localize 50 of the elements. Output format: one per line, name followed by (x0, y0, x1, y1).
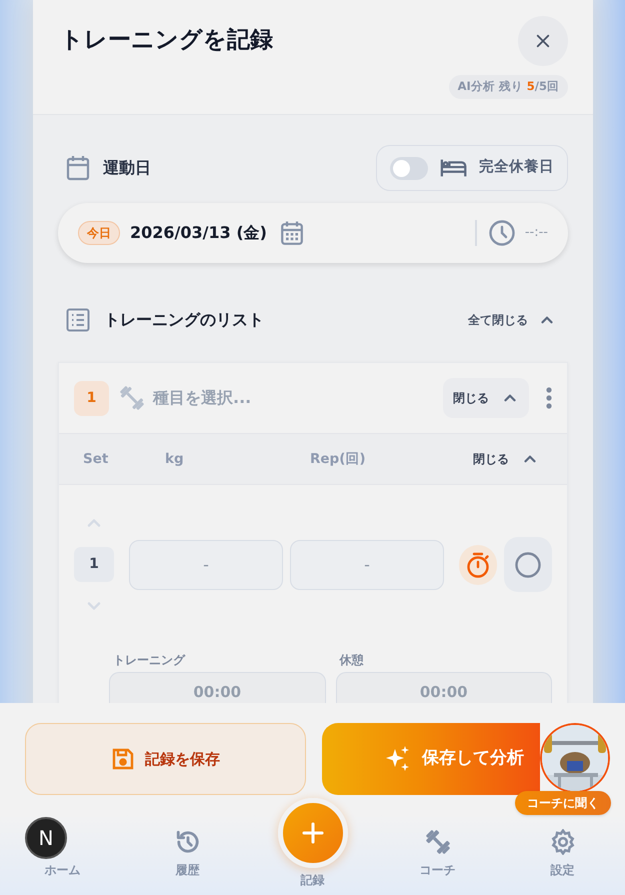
duration-field[interactable]: 00:00 (336, 672, 552, 706)
rest-day-toggle[interactable]: 完全休養日 (376, 145, 568, 191)
reps-field[interactable]: - (290, 540, 444, 590)
save-and-analyze-button[interactable]: 保存して分析 (322, 723, 540, 795)
nav-item[interactable]: ホーム (44, 861, 80, 879)
close-icon (534, 32, 552, 50)
time-field[interactable]: --:-- (524, 223, 548, 243)
nav-item[interactable]: 履歴 (174, 829, 200, 879)
dumbbell-icon (119, 385, 145, 411)
section-label: 運動日 (103, 157, 151, 179)
window-title: トレーニングを記録 (60, 26, 273, 55)
save-button[interactable]: 記録を保存 (25, 723, 306, 795)
more-icon[interactable] (546, 387, 552, 409)
exercise-select[interactable]: 種目を選択... (153, 386, 252, 410)
date-value: 2026/03/13 (金) (130, 222, 267, 244)
column-header: kg (165, 450, 185, 469)
plus-icon (302, 822, 324, 844)
field-label: トレーニング (112, 652, 186, 669)
calendar-icon (66, 155, 90, 181)
today-badge: 今日 (78, 221, 120, 245)
complete-set-button[interactable] (504, 537, 552, 592)
close-button[interactable] (518, 16, 568, 66)
nav-item[interactable]: 記録 (300, 871, 324, 889)
ask-coach-badge[interactable]: コーチに聞く (515, 791, 611, 815)
nav-item[interactable]: 設定 (550, 829, 576, 879)
column-header: Rep(回) (310, 450, 366, 469)
column-header: Set (83, 450, 110, 469)
list-icon (66, 308, 90, 332)
stopwatch-icon (466, 552, 490, 578)
set-number: 1 (74, 547, 114, 582)
date-field[interactable]: 今日 2026/03/13 (金) --:-- (58, 203, 568, 263)
section-title: トレーニングのリスト (104, 309, 264, 331)
collapse-sets-button[interactable]: 閉じる (473, 450, 539, 468)
history-icon (174, 829, 200, 855)
settings-icon (550, 829, 576, 855)
field-label: 休憩 (338, 652, 364, 669)
timer-button[interactable] (459, 544, 498, 584)
dumbbell-icon (424, 829, 450, 855)
clock-icon (488, 220, 515, 246)
calendar-icon[interactable] (280, 221, 303, 245)
exercise-number: 1 (74, 380, 109, 416)
weight-field[interactable]: - (129, 540, 283, 590)
circle-icon (515, 552, 542, 578)
duration-field[interactable]: 00:00 (109, 672, 326, 706)
collapse-button[interactable]: 閉じる (443, 378, 529, 418)
nav-item[interactable]: コーチ (420, 829, 456, 879)
ai-quota-badge: AI分析 残り 5/5回 (448, 75, 568, 99)
toggle-switch[interactable] (390, 156, 428, 180)
bed-icon (440, 158, 467, 178)
collapse-all-button[interactable]: 全て閉じる (468, 311, 556, 329)
